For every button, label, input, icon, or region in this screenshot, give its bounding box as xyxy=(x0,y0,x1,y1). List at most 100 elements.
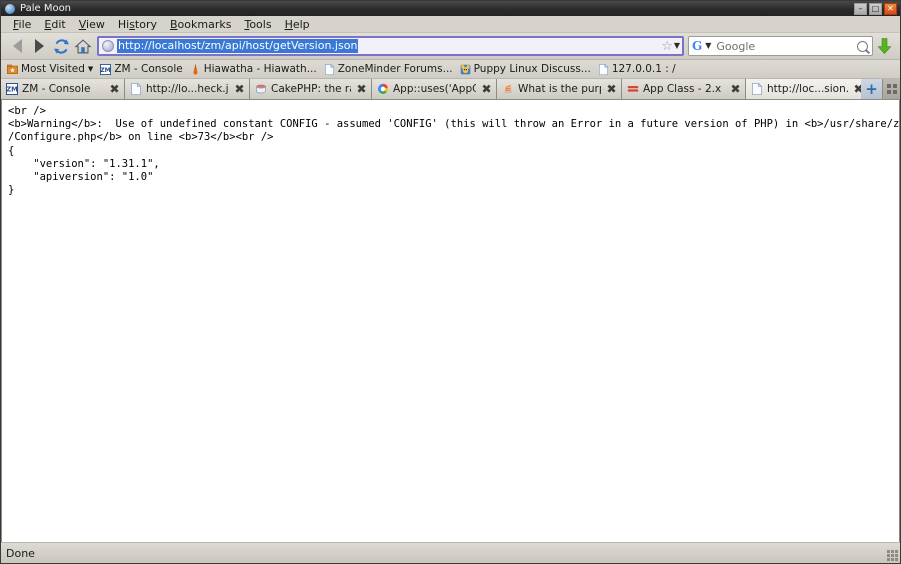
tab-close-icon[interactable]: ✖ xyxy=(233,83,246,95)
tab-close-icon[interactable]: ✖ xyxy=(605,83,618,95)
tab-bar: ZMZM - Console✖http://lo...heck.json✖Cak… xyxy=(1,79,900,100)
tab-strip: ZMZM - Console✖http://lo...heck.json✖Cak… xyxy=(1,79,869,99)
star-icon[interactable]: ☆ xyxy=(661,40,673,53)
page-icon xyxy=(130,82,142,95)
status-bar: Done xyxy=(1,542,900,563)
search-engine-chevron-icon[interactable]: ▼ xyxy=(705,41,711,51)
minimize-button[interactable]: – xyxy=(854,2,867,15)
bookmark-label: 127.0.0.1 : / xyxy=(611,63,676,75)
search-icon[interactable] xyxy=(857,40,868,52)
menu-bookmarks[interactable]: Bookmarks xyxy=(164,17,238,32)
menu-tools[interactable]: Tools xyxy=(238,17,278,32)
hiawatha-icon xyxy=(190,64,201,75)
downloads-button[interactable] xyxy=(873,37,895,55)
maximize-icon: □ xyxy=(871,3,880,13)
page-source-text: <br /> <b>Warning</b>: Use of undefined … xyxy=(8,105,900,197)
minimize-icon: – xyxy=(858,3,863,13)
browser-window: Pale Moon – □ ✕ File Edit View History B… xyxy=(0,0,901,564)
tab[interactable]: ZM ZM - Console ✖ xyxy=(1,79,125,99)
tab-label: CakePHP: the rap... xyxy=(271,83,351,95)
stackoverflow-icon xyxy=(502,83,514,95)
resize-grip-icon[interactable] xyxy=(887,550,898,561)
search-bar[interactable]: G ▼ Google xyxy=(688,36,873,56)
home-button[interactable] xyxy=(72,35,94,57)
bookmark-label: Hiawatha - Hiawath... xyxy=(203,63,317,75)
page-icon xyxy=(324,63,335,75)
bookmark-label: Most Visited xyxy=(21,63,85,75)
close-icon: ✕ xyxy=(887,3,894,13)
menu-help[interactable]: Help xyxy=(279,17,317,32)
chevron-down-icon[interactable]: ▼ xyxy=(674,41,680,51)
tab[interactable]: App Class - 2.x ✖ xyxy=(622,79,746,99)
bookmark-label: ZM - Console xyxy=(114,63,183,75)
tab[interactable]: CakePHP: the rap... ✖ xyxy=(250,79,372,99)
reload-icon xyxy=(53,38,69,54)
book-icon xyxy=(627,83,639,95)
google-icon xyxy=(377,83,389,95)
page-icon xyxy=(598,63,609,75)
bookmark-item[interactable]: Hiawatha - Hiawath... xyxy=(188,63,322,75)
plus-icon: + xyxy=(865,79,878,98)
folder-star-icon xyxy=(7,64,18,75)
tab-label: ZM - Console xyxy=(22,83,91,95)
close-button[interactable]: ✕ xyxy=(884,2,897,15)
status-text: Done xyxy=(6,546,35,560)
puppy-icon xyxy=(460,64,471,75)
menu-view[interactable]: View xyxy=(73,17,112,32)
tab-label: App Class - 2.x xyxy=(643,83,722,95)
forward-arrow-icon xyxy=(34,39,44,53)
page-icon xyxy=(751,82,763,95)
title-bar: Pale Moon – □ ✕ xyxy=(1,1,900,16)
tab[interactable]: What is the purpo... ✖ xyxy=(497,79,622,99)
chevron-down-icon[interactable]: ▼ xyxy=(88,63,93,75)
address-bar-actions: ☆ ▼ xyxy=(661,40,681,53)
tab-close-icon[interactable]: ✖ xyxy=(108,83,121,95)
home-icon xyxy=(74,38,92,53)
navigation-toolbar: http://localhost/zm/api/host/getVersion.… xyxy=(1,33,900,60)
google-icon: G xyxy=(692,38,703,53)
zm-icon: ZM xyxy=(5,82,19,96)
tab-close-icon[interactable]: ✖ xyxy=(355,83,368,95)
page-content-area: <br /> <b>Warning</b>: Use of undefined … xyxy=(1,100,900,542)
svg-text:ZM: ZM xyxy=(101,66,112,73)
maximize-button[interactable]: □ xyxy=(869,2,882,15)
bookmark-item[interactable]: ZoneMinder Forums... xyxy=(322,63,458,75)
back-arrow-icon xyxy=(12,39,22,53)
tab-close-icon[interactable]: ✖ xyxy=(729,83,742,95)
forward-button[interactable] xyxy=(28,35,50,57)
palemoon-logo-icon xyxy=(5,3,15,14)
new-tab-button[interactable]: + xyxy=(861,79,883,99)
window-title: Pale Moon xyxy=(20,3,72,14)
bookmark-item[interactable]: Puppy Linux Discuss... xyxy=(458,63,596,75)
bookmarks-toolbar: Most Visited ▼ ZM ZM - Console Hiawatha - Hi… xyxy=(1,60,900,79)
tab-label: What is the purpo... xyxy=(518,83,601,95)
search-input[interactable]: Google xyxy=(716,40,857,53)
globe-icon xyxy=(102,40,114,52)
tab-close-icon[interactable]: ✖ xyxy=(480,83,493,95)
tab[interactable]: http://loc...sion.json✖ xyxy=(746,79,869,99)
bookmark-label: ZoneMinder Forums... xyxy=(337,63,453,75)
zm-icon: ZM xyxy=(100,63,112,75)
bookmark-item[interactable]: ZM ZM - Console xyxy=(98,63,187,75)
bookmark-item[interactable]: 127.0.0.1 : / xyxy=(596,63,681,75)
back-button[interactable] xyxy=(6,35,28,57)
list-all-tabs-button[interactable] xyxy=(883,79,900,99)
bookmark-label: Puppy Linux Discuss... xyxy=(473,63,591,75)
tab[interactable]: http://lo...heck.json ✖ xyxy=(125,79,250,99)
address-bar[interactable]: http://localhost/zm/api/host/getVersion.… xyxy=(97,36,684,56)
tab-label: http://loc...sion.json xyxy=(767,83,848,95)
svg-text:ZM: ZM xyxy=(6,86,18,94)
menu-edit[interactable]: Edit xyxy=(38,17,72,32)
tab-label: http://lo...heck.json xyxy=(146,83,229,95)
menu-file[interactable]: File xyxy=(7,17,38,32)
grid-icon xyxy=(886,84,897,94)
cakephp-icon xyxy=(255,83,267,95)
address-bar-text: http://localhost/zm/api/host/getVersion.… xyxy=(117,39,359,53)
tab[interactable]: App::uses('AppCo... ✖ xyxy=(372,79,497,99)
window-controls: – □ ✕ xyxy=(854,2,898,15)
reload-button[interactable] xyxy=(50,35,72,57)
menu-history[interactable]: History xyxy=(112,17,164,32)
tab-label: App::uses('AppCo... xyxy=(393,83,476,95)
download-arrow-icon xyxy=(877,38,891,54)
bookmark-item[interactable]: Most Visited ▼ xyxy=(5,63,98,75)
